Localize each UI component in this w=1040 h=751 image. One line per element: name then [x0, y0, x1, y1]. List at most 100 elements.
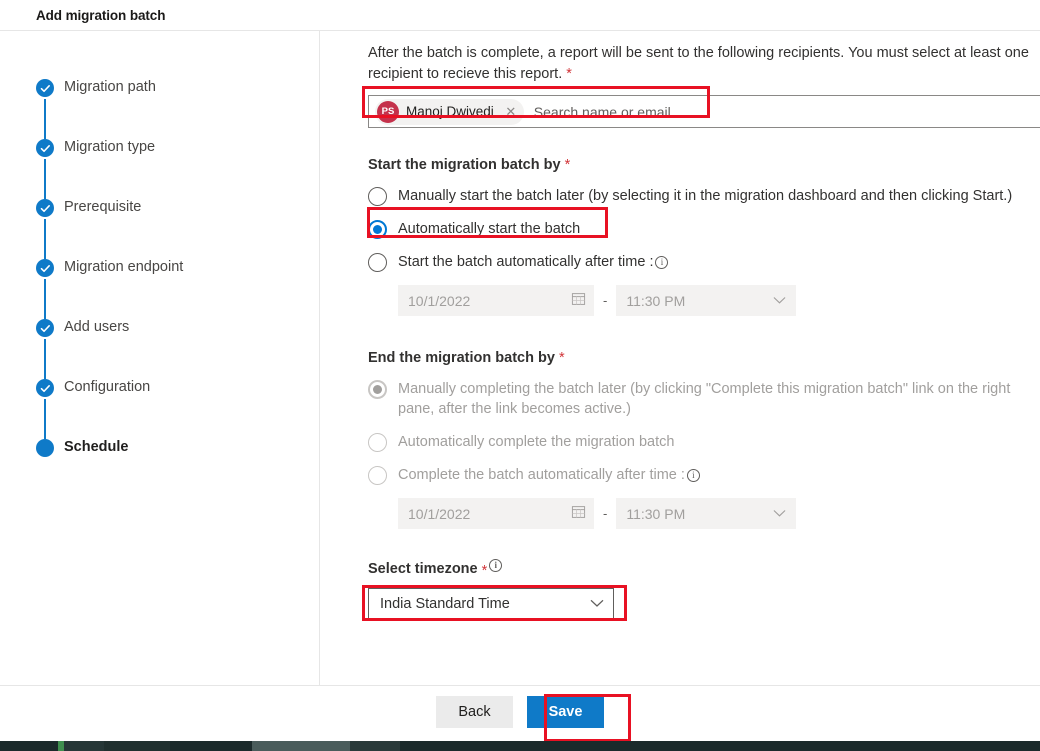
sidebar-item-configuration[interactable]: Configuration	[0, 379, 319, 439]
recipient-pill[interactable]: PS Manoj Dwivedi ✕	[375, 98, 524, 125]
radio-label: Complete the batch automatically after t…	[398, 465, 1040, 485]
radio-start-after-time[interactable]: Start the batch automatically after time…	[368, 252, 1040, 272]
taskbar-strip	[0, 741, 1040, 751]
page-title: Add migration batch	[36, 7, 166, 23]
start-date-value: 10/1/2022	[408, 292, 471, 309]
step-connector	[44, 279, 46, 319]
recipients-description-text: After the batch is complete, a report wi…	[368, 45, 1029, 82]
step-connector	[44, 159, 46, 199]
radio-label-text: Start the batch automatically after time…	[398, 254, 654, 270]
datetime-separator: -	[603, 506, 608, 521]
check-circle-icon	[36, 379, 54, 397]
chevron-down-icon[interactable]	[773, 292, 786, 310]
end-datetime-row: 10/1/2022 - 11:30 PM	[398, 498, 1040, 529]
back-button[interactable]: Back	[436, 696, 513, 728]
check-circle-icon	[36, 79, 54, 97]
start-time-value: 11:30 PM	[626, 292, 686, 309]
radio-icon-selected[interactable]	[368, 220, 387, 239]
radio-icon-disabled	[368, 433, 387, 452]
sidebar-item-label: Migration path	[64, 79, 156, 95]
check-circle-icon	[36, 199, 54, 217]
wizard-steps-sidebar: Migration path Migration type Prerequisi…	[0, 31, 320, 685]
sidebar-item-schedule[interactable]: Schedule	[0, 439, 319, 499]
check-circle-icon	[36, 259, 54, 277]
end-section-heading: End the migration batch by *	[368, 350, 1040, 366]
required-asterisk: *	[566, 66, 572, 82]
taskbar-segment	[350, 741, 400, 751]
timezone-value: India Standard Time	[380, 595, 510, 612]
required-asterisk: *	[481, 563, 488, 579]
current-step-dot-icon	[36, 439, 54, 457]
dialog-header: Add migration batch	[0, 0, 1040, 31]
recipients-picker[interactable]: PS Manoj Dwivedi ✕	[368, 95, 1040, 128]
timezone-label: Select timezone * i	[368, 559, 1040, 579]
step-marker	[36, 139, 54, 199]
timezone-select-wrap: India Standard Time	[368, 588, 626, 619]
start-datetime-row: 10/1/2022 - 11:30 PM	[398, 285, 1040, 316]
radio-label: Automatically start the batch	[398, 221, 581, 237]
radio-label-text: Complete the batch automatically after t…	[398, 467, 685, 483]
info-icon: i	[686, 469, 700, 482]
radio-label: Start the batch automatically after time…	[398, 252, 1040, 272]
dialog-footer: Back Save	[0, 685, 1040, 738]
end-date-field: 10/1/2022	[398, 498, 594, 529]
radio-icon-selected-disabled	[368, 380, 387, 399]
start-section-heading: Start the migration batch by *	[368, 157, 1040, 173]
required-asterisk: *	[564, 157, 571, 173]
step-connector	[44, 219, 46, 259]
step-marker	[36, 259, 54, 319]
radio-label: Manually start the batch later (by selec…	[398, 188, 1013, 204]
recipients-description: After the batch is complete, a report wi…	[368, 43, 1040, 85]
sidebar-item-label: Configuration	[64, 379, 151, 395]
sidebar-item-add-users[interactable]: Add users	[0, 319, 319, 379]
end-section-heading-text: End the migration batch by	[368, 350, 555, 366]
radio-start-manually[interactable]: Manually start the batch later (by selec…	[368, 186, 1040, 206]
sidebar-item-migration-type[interactable]: Migration type	[0, 139, 319, 199]
start-time-field[interactable]: 11:30 PM	[616, 285, 797, 316]
close-icon[interactable]: ✕	[500, 101, 522, 123]
timezone-label-text: Select timezone	[368, 561, 478, 577]
search-input[interactable]	[531, 97, 1040, 126]
start-date-field[interactable]: 10/1/2022	[398, 285, 594, 316]
radio-icon[interactable]	[368, 187, 387, 206]
step-marker	[36, 199, 54, 259]
radio-label: Automatically complete the migration bat…	[398, 434, 675, 450]
step-marker	[36, 319, 54, 379]
step-marker	[36, 439, 54, 457]
taskbar-segment	[104, 741, 170, 751]
dialog-body: Migration path Migration type Prerequisi…	[0, 31, 1040, 685]
timezone-select[interactable]: India Standard Time	[368, 588, 614, 619]
sidebar-item-label: Migration type	[64, 139, 156, 155]
step-marker	[36, 379, 54, 439]
radio-icon[interactable]	[368, 253, 387, 272]
step-connector	[44, 99, 46, 139]
check-circle-icon	[36, 319, 54, 337]
radio-end-manually: Manually completing the batch later (by …	[368, 379, 1040, 419]
check-circle-icon	[36, 139, 54, 157]
schedule-form: After the batch is complete, a report wi…	[320, 31, 1040, 685]
end-time-field: 11:30 PM	[616, 498, 797, 529]
recipient-name: Manoj Dwivedi	[406, 104, 494, 119]
required-asterisk: *	[558, 350, 565, 366]
datetime-separator: -	[603, 293, 608, 308]
radio-icon-disabled	[368, 466, 387, 485]
chevron-down-icon[interactable]	[590, 595, 604, 613]
sidebar-item-migration-endpoint[interactable]: Migration endpoint	[0, 259, 319, 319]
info-icon[interactable]: i	[655, 256, 669, 269]
step-connector	[44, 339, 46, 379]
radio-start-automatically[interactable]: Automatically start the batch	[368, 219, 1040, 239]
radio-end-automatically: Automatically complete the migration bat…	[368, 432, 1040, 452]
calendar-icon[interactable]	[571, 291, 586, 311]
calendar-icon	[571, 504, 586, 524]
taskbar-segment	[64, 741, 104, 751]
sidebar-item-migration-path[interactable]: Migration path	[0, 79, 319, 139]
radio-label: Manually completing the batch later (by …	[398, 381, 1011, 417]
start-section-heading-text: Start the migration batch by	[368, 157, 561, 173]
save-button[interactable]: Save	[527, 696, 604, 728]
radio-end-after-time: Complete the batch automatically after t…	[368, 465, 1040, 485]
sidebar-item-prerequisite[interactable]: Prerequisite	[0, 199, 319, 259]
info-icon[interactable]: i	[489, 559, 503, 572]
step-marker	[36, 79, 54, 139]
sidebar-item-label: Schedule	[64, 439, 129, 455]
sidebar-item-label: Prerequisite	[64, 199, 142, 215]
